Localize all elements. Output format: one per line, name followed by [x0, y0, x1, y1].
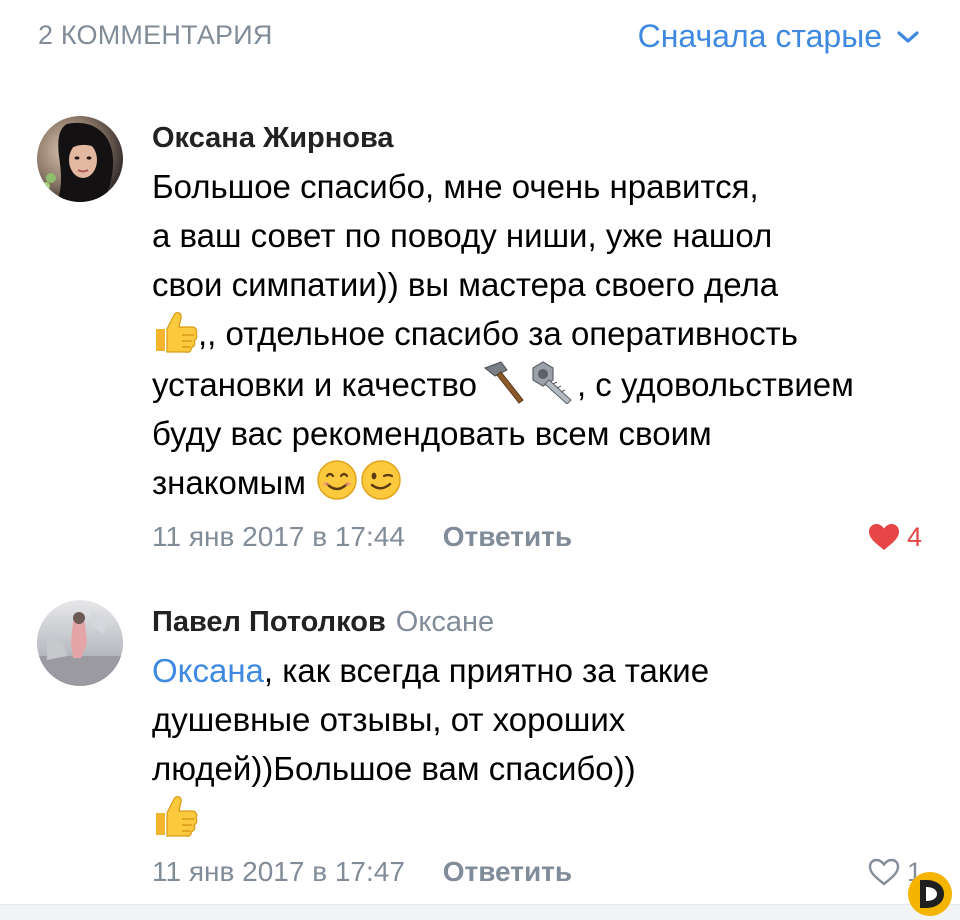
avatar[interactable]	[37, 116, 123, 202]
comment-text-line: установки и качество	[152, 366, 477, 403]
comment-timestamp: 11 янв 2017 в 17:44	[152, 521, 405, 552]
avatar-image	[37, 600, 123, 686]
mention-link[interactable]: Оксана	[152, 652, 264, 689]
chevron-down-icon	[897, 30, 919, 43]
sort-label: Сначала старые	[637, 18, 882, 54]
comment-author-line: Павел Потолков Оксане	[152, 602, 930, 642]
comment-text: Оксана, как всегда приятно за такие душе…	[152, 646, 912, 842]
comment-author-line: Оксана Жирнова	[152, 118, 930, 158]
comment-text-line: людей))Большое вам спасибо))	[152, 750, 636, 787]
comment-text-line: знакомым	[152, 464, 306, 501]
comment-text: Большое спасибо, мне очень нравится, а в…	[152, 162, 912, 507]
comment-text-line: Большое спасибо, мне очень нравится,	[152, 168, 759, 205]
comment-text-line: , с удовольствием	[576, 366, 854, 403]
winking-face-emoji-icon	[361, 460, 401, 500]
reply-to-label[interactable]: Оксане	[396, 606, 494, 638]
bottom-divider	[0, 904, 960, 920]
comments-count: 2 КОММЕНТАРИЯ	[38, 20, 273, 50]
comment-text-line: душевные отзывы, от хороших	[152, 701, 626, 738]
comment-author[interactable]: Павел Потолков	[152, 606, 386, 638]
comment-author[interactable]: Оксана Жирнова	[152, 122, 394, 154]
thumbs-up-emoji-icon	[156, 312, 198, 353]
comment-text-line: а ваш совет по поводу ниши, уже нашол	[152, 217, 773, 254]
comment-timestamp: 11 янв 2017 в 17:47	[152, 856, 405, 887]
reply-button[interactable]: Ответить	[443, 521, 572, 552]
avatar-image	[37, 116, 123, 202]
heart-filled-icon	[868, 524, 899, 550]
comment-meta: 11 янв 2017 в 17:47 Ответить 1	[152, 852, 930, 892]
reply-button[interactable]: Ответить	[443, 856, 572, 887]
comment-text-line: свои симпатии)) вы мастера своего дела	[152, 266, 779, 303]
comment-body: Павел Потолков Оксане Оксана, как всегда …	[152, 602, 930, 892]
like-button[interactable]: 4	[867, 517, 922, 557]
comment-text-line: , как всегда приятно за такие	[263, 652, 710, 689]
comment-text-line: ,, отдельное спасибо за оперативность	[198, 315, 798, 352]
thumbs-up-emoji-icon	[156, 796, 198, 837]
avatar[interactable]	[37, 600, 123, 686]
app-logo-icon	[908, 872, 952, 916]
like-count: 4	[906, 522, 922, 552]
comments-header: 2 КОММЕНТАРИЯ Сначала старые	[38, 18, 920, 58]
comment-text-line: буду вас рекомендовать всем своим	[152, 415, 712, 452]
comments-screen: 2 КОММЕНТАРИЯ Сначала старые Оксана Жирн…	[0, 0, 960, 920]
comment-meta: 11 янв 2017 в 17:44 Ответить 4	[152, 517, 930, 557]
heart-outline-icon	[868, 858, 900, 886]
hammer-emoji-icon	[483, 361, 524, 404]
smiling-face-emoji-icon	[317, 460, 357, 500]
sort-dropdown[interactable]: Сначала старые	[638, 18, 920, 55]
comment-body: Оксана Жирнова Большое спасибо, мне очен…	[152, 118, 930, 557]
nut-and-bolt-emoji-icon	[532, 361, 572, 404]
